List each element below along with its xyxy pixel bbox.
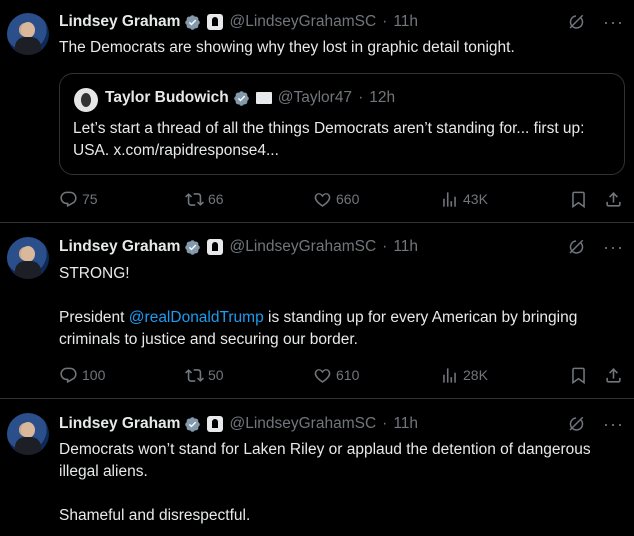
grok-icon[interactable] (567, 415, 585, 433)
more-icon[interactable]: ··· (603, 238, 624, 256)
verified-icon (184, 239, 201, 256)
reply-icon (59, 366, 78, 385)
reply-button[interactable]: 100 (59, 363, 105, 387)
share-icon (604, 366, 623, 385)
grok-icon[interactable] (567, 13, 585, 31)
like-count: 610 (336, 367, 360, 383)
verified-icon (184, 416, 201, 433)
government-badge-icon (207, 239, 224, 255)
more-icon[interactable]: ··· (603, 415, 624, 433)
bookmark-icon (569, 190, 588, 209)
timestamp[interactable]: 11h (393, 13, 418, 31)
author-handle[interactable]: @LindseyGrahamSC (229, 13, 376, 31)
repost-button[interactable]: 50 (185, 363, 224, 387)
repost-count: 66 (208, 191, 224, 207)
bookmark-button[interactable] (569, 363, 588, 387)
repost-button[interactable]: 66 (185, 187, 224, 211)
share-button[interactable] (604, 363, 623, 387)
tweet-top-actions: ··· (567, 238, 624, 256)
tweet-header: Lindsey Graham @LindseyGrahamSC · 11h (59, 236, 418, 258)
tweet-header: Lindsey Graham @LindseyGrahamSC · 11h (59, 413, 418, 435)
verified-icon (184, 14, 201, 31)
tweet-text: STRONG! President @realDonaldTrump is st… (59, 263, 627, 351)
bookmark-icon (569, 366, 588, 385)
reply-button[interactable]: 75 (59, 187, 98, 211)
share-button[interactable] (604, 187, 623, 211)
quote-header: Taylor Budowich @Taylor47 · 12h (105, 89, 395, 107)
views-icon (440, 190, 459, 209)
tweet-1[interactable]: Lindsey Graham @LindseyGrahamSC · 11h ··… (0, 0, 634, 222)
tweet-2[interactable]: Lindsey Graham @LindseyGrahamSC · 11h ··… (0, 223, 634, 398)
separator: · (382, 415, 388, 432)
avatar[interactable] (7, 13, 49, 55)
author-name[interactable]: Lindsey Graham (59, 13, 180, 31)
author-name[interactable]: Lindsey Graham (59, 238, 180, 256)
bookmark-button[interactable] (569, 187, 588, 211)
share-icon (604, 190, 623, 209)
views-count: 43K (463, 191, 488, 207)
separator: · (358, 89, 364, 106)
reply-icon (59, 190, 78, 209)
tweet-text-pre: President (59, 309, 129, 326)
repost-icon (185, 366, 204, 385)
reply-count: 100 (82, 367, 106, 383)
like-count: 660 (336, 191, 360, 207)
like-icon (313, 366, 332, 385)
like-icon (313, 190, 332, 209)
timestamp[interactable]: 11h (393, 238, 418, 256)
tweet-header: Lindsey Graham @LindseyGrahamSC · 11h (59, 11, 418, 33)
views-count: 28K (463, 367, 488, 383)
repost-icon (185, 190, 204, 209)
author-handle: @Taylor47 (277, 89, 353, 106)
government-badge-icon (207, 14, 224, 30)
quoted-tweet[interactable]: Taylor Budowich @Taylor47 · 12h Let’s st… (59, 73, 625, 175)
author-handle[interactable]: @LindseyGrahamSC (229, 238, 376, 256)
timestamp[interactable]: 11h (393, 415, 418, 433)
government-badge-icon (255, 92, 272, 104)
verified-icon (233, 90, 250, 107)
government-badge-icon (207, 416, 224, 432)
more-icon[interactable]: ··· (603, 13, 624, 31)
views-button[interactable]: 43K (440, 187, 488, 211)
tweet-text: The Democrats are showing why they lost … (59, 39, 515, 56)
views-icon (440, 366, 459, 385)
action-bar: 100 50 610 28K (59, 363, 629, 387)
avatar (74, 88, 98, 112)
author-name: Taylor Budowich (105, 89, 229, 106)
tweet-top-actions: ··· (567, 13, 624, 31)
avatar[interactable] (7, 237, 49, 279)
separator: · (382, 13, 388, 30)
like-button[interactable]: 660 (313, 187, 359, 211)
author-handle[interactable]: @LindseyGrahamSC (229, 415, 376, 433)
tweet-text: Democrats won’t stand for Laken Riley or… (59, 441, 591, 524)
tweet-top-actions: ··· (567, 415, 624, 433)
mention-link[interactable]: @realDonaldTrump (129, 309, 264, 326)
views-button[interactable]: 28K (440, 363, 488, 387)
timestamp: 12h (369, 89, 396, 106)
action-bar: 75 66 660 43K (59, 187, 629, 211)
quote-text: Let’s start a thread of all the things D… (73, 120, 585, 159)
separator: · (382, 238, 388, 255)
tweet-3[interactable]: Lindsey Graham @LindseyGrahamSC · 11h ··… (0, 399, 634, 536)
author-name[interactable]: Lindsey Graham (59, 415, 180, 433)
repost-count: 50 (208, 367, 224, 383)
grok-icon[interactable] (567, 238, 585, 256)
tweet-text-line1: STRONG! (59, 265, 130, 282)
like-button[interactable]: 610 (313, 363, 359, 387)
reply-count: 75 (82, 191, 98, 207)
avatar[interactable] (7, 413, 49, 455)
